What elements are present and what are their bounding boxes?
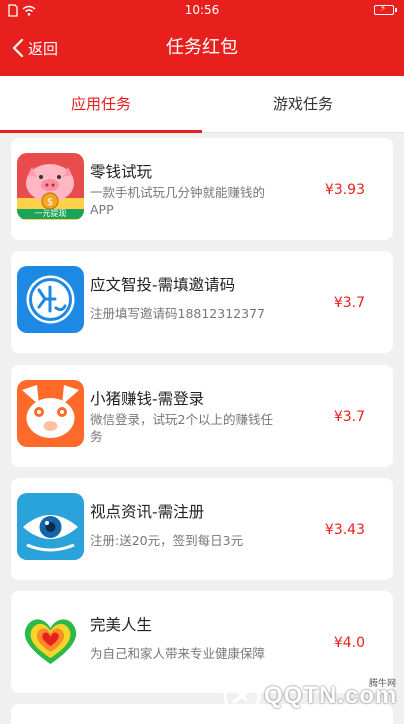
battery-icon: ⚡ [374, 4, 397, 15]
task-name: 完美人生 [90, 616, 153, 634]
task-desc: 微信登录，试玩2个以上的赚钱任务 [90, 412, 273, 444]
task-name: 视点资讯-需注册 [90, 503, 205, 521]
eye-icon [17, 493, 84, 560]
task-desc: 注册填写邀请码18812312377 [90, 306, 265, 321]
task-reward: ¥4.0 [333, 635, 365, 651]
task-desc: 为自己和家人带来专业健康保障 [90, 646, 266, 661]
task-card[interactable]: 应文智投-需填邀请码 注册填写邀请码18812312377 ¥3.7 [11, 251, 393, 353]
active-tab-indicator [0, 130, 202, 133]
task-name: 应文智投-需填邀请码 [90, 276, 236, 294]
rainbow-heart-icon [17, 606, 84, 673]
page-title: 任务红包 [166, 37, 238, 58]
task-card[interactable]: 视点资讯-需注册 注册:送20元，签到每日3元 ¥3.43 [11, 478, 393, 580]
status-bar: 10:56 ⚡ [0, 0, 404, 20]
tab-bar: 应用任务 游戏任务 [0, 76, 404, 133]
task-card[interactable]: $ 一元提现 零钱试玩 一款手机试玩几分钟就能赚钱的APP ¥3.93 [11, 138, 393, 240]
task-card[interactable]: 小猪赚钱-需登录 微信登录，试玩2个以上的赚钱任务 ¥3.7 [11, 365, 393, 467]
svg-text:$: $ [47, 197, 53, 208]
task-desc: 一款手机试玩几分钟就能赚钱的APP [90, 185, 266, 217]
pig-face-icon [17, 380, 84, 447]
task-reward: ¥3.7 [333, 409, 365, 425]
title-bar: 返回 任务红包 [0, 20, 404, 76]
qqtn-logo-icon [223, 677, 261, 715]
status-time: 10:56 [184, 3, 220, 17]
task-reward: ¥3.7 [333, 295, 365, 311]
task-name: 零钱试玩 [90, 163, 153, 181]
task-name: 小猪赚钱-需登录 [90, 390, 205, 408]
tab-app-tasks[interactable]: 应用任务 [0, 76, 202, 132]
icon-caption: 一元提现 [17, 209, 84, 219]
task-desc: 注册:送20元，签到每日3元 [90, 533, 244, 548]
task-reward: ¥3.93 [324, 182, 365, 198]
watermark-subtext: 腾牛网 [368, 679, 396, 689]
task-reward: ¥3.43 [324, 522, 365, 538]
yingwen-logo-icon [17, 266, 84, 333]
piggy-bank-icon: $ 一元提现 [17, 153, 84, 220]
site-watermark: QQTN.com 腾牛网 [222, 676, 398, 716]
tab-game-tasks[interactable]: 游戏任务 [202, 76, 404, 132]
